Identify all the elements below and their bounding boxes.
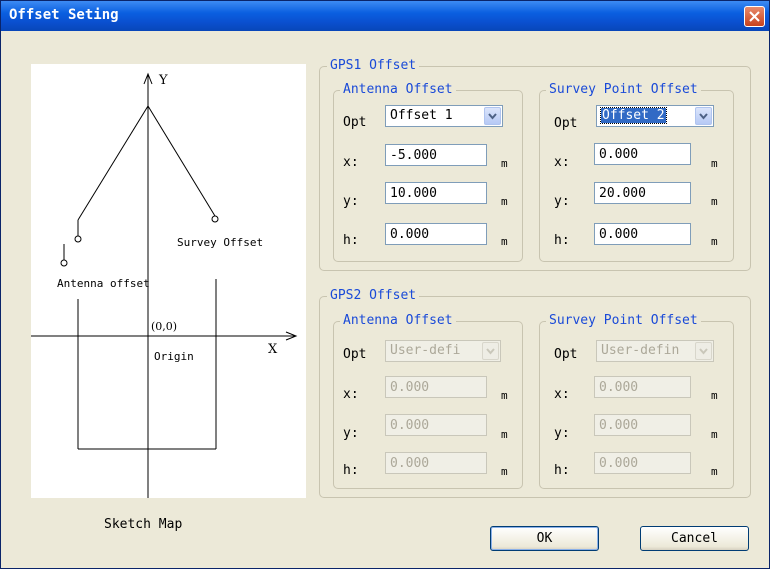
unit-label: m	[711, 428, 718, 441]
gps1-survey-y-label: y:	[554, 194, 570, 209]
survey-offset-label: Survey Offset	[177, 236, 263, 249]
close-icon	[749, 11, 760, 22]
dropdown-arrow-icon[interactable]	[482, 342, 499, 360]
dropdown-arrow-icon[interactable]	[695, 107, 712, 125]
gps2-survey-h-label: h:	[554, 463, 570, 478]
gps2-survey-opt-label: Opt	[554, 347, 578, 362]
sketch-diagram: Y X (0,0) Origin Antenna offset Survey O…	[31, 72, 298, 498]
dropdown-arrow-icon[interactable]	[695, 342, 712, 360]
gps2-survey-h-input[interactable]	[594, 452, 691, 474]
gps1-antenna-opt-value: Offset 1	[390, 108, 453, 123]
gps2-survey-y-input[interactable]	[594, 414, 691, 436]
gps1-survey-x-input[interactable]	[594, 143, 691, 165]
sketch-map: Y X (0,0) Origin Antenna offset Survey O…	[31, 64, 306, 498]
gps1-survey-title: Survey Point Offset	[546, 82, 701, 97]
unit-label: m	[501, 389, 508, 402]
gps2-antenna-h-input[interactable]	[385, 452, 487, 474]
gps1-survey-x-label: x:	[554, 155, 570, 170]
gps2-antenna-title: Antenna Offset	[340, 313, 456, 328]
gps2-antenna-x-input[interactable]	[385, 376, 487, 398]
gps1-antenna-opt-label: Opt	[343, 115, 367, 130]
gps1-antenna-title: Antenna Offset	[340, 82, 456, 97]
unit-label: m	[501, 157, 508, 170]
gps1-offset-title: GPS1 Offset	[327, 58, 420, 73]
gps1-survey-y-input[interactable]	[594, 182, 691, 204]
unit-label: m	[501, 195, 508, 208]
dropdown-arrow-icon[interactable]	[484, 107, 501, 125]
origin-coords: (0,0)	[151, 320, 177, 333]
gps2-antenna-h-label: h:	[343, 463, 359, 478]
gps1-antenna-x-input[interactable]	[385, 144, 487, 166]
sketch-map-caption: Sketch Map	[104, 517, 183, 532]
y-axis-label: Y	[158, 73, 168, 88]
gps2-survey-y-label: y:	[554, 426, 570, 441]
ok-button[interactable]: OK	[490, 526, 599, 551]
unit-label: m	[501, 465, 508, 478]
gps2-survey-opt-value: User-defin	[601, 343, 680, 358]
gps2-survey-x-input[interactable]	[594, 376, 691, 398]
unit-label: m	[501, 428, 508, 441]
gps1-survey-h-label: h:	[554, 233, 570, 248]
unit-label: m	[711, 235, 718, 248]
unit-label: m	[711, 465, 718, 478]
antenna-offset-label: Antenna offset	[57, 277, 150, 290]
gps2-antenna-y-input[interactable]	[385, 414, 487, 436]
origin-label: Origin	[154, 350, 194, 363]
dialog-title: Offset Seting	[9, 7, 119, 23]
gps1-antenna-h-input[interactable]	[385, 223, 487, 245]
gps1-antenna-y-input[interactable]	[385, 182, 487, 204]
gps2-survey-x-label: x:	[554, 387, 570, 402]
gps1-antenna-y-label: y:	[343, 194, 359, 209]
gps1-survey-opt-label: Opt	[554, 116, 578, 131]
gps1-survey-h-input[interactable]	[594, 223, 691, 245]
gps1-antenna-opt-select[interactable]: Offset 1	[385, 105, 503, 127]
gps1-antenna-x-label: x:	[343, 155, 359, 170]
unit-label: m	[711, 389, 718, 402]
title-bar[interactable]: Offset Seting	[1, 1, 769, 31]
offset-setting-dialog: Offset Seting Y X (0,0) Origin Antenna o…	[0, 0, 770, 569]
cancel-button[interactable]: Cancel	[640, 526, 749, 551]
gps2-antenna-y-label: y:	[343, 426, 359, 441]
gps2-antenna-opt-value: User-defi	[390, 343, 461, 358]
gps1-survey-opt-value: Offset 2	[600, 107, 667, 124]
gps1-antenna-h-label: h:	[343, 233, 359, 248]
gps2-survey-title: Survey Point Offset	[546, 313, 701, 328]
close-button[interactable]	[744, 6, 765, 27]
x-axis-label: X	[268, 342, 278, 357]
gps1-survey-opt-select[interactable]: Offset 2	[596, 105, 714, 127]
gps2-offset-title: GPS2 Offset	[327, 288, 420, 303]
unit-label: m	[711, 195, 718, 208]
gps2-antenna-opt-select[interactable]: User-defi	[385, 340, 501, 362]
gps2-survey-opt-select[interactable]: User-defin	[596, 340, 714, 362]
unit-label: m	[501, 235, 508, 248]
unit-label: m	[711, 157, 718, 170]
gps2-antenna-x-label: x:	[343, 387, 359, 402]
gps2-antenna-opt-label: Opt	[343, 347, 367, 362]
